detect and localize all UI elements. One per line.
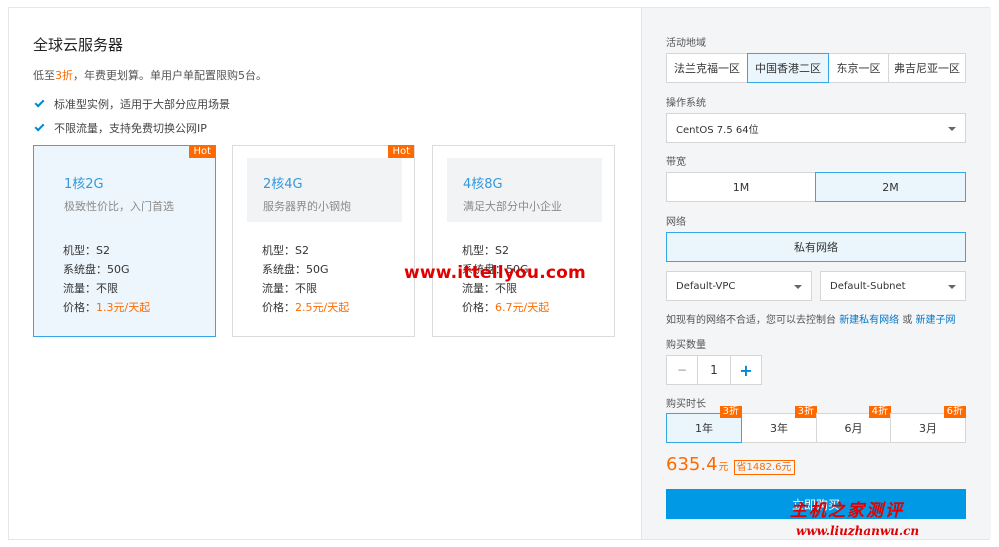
plan-card-header: 4核8G 满足大部分中小企业 [447,158,602,222]
network-option-selected[interactable]: 私有网络 [666,232,966,262]
quantity-label: 购买数量 [666,340,706,351]
network-hint: 如现有的网络不合适，您可以去控制台 新建私有网络 或 新建子网 [666,311,956,326]
create-vpc-link[interactable]: 新建私有网络 [839,315,899,326]
plan-card-4c8g[interactable]: 4核8G 满足大部分中小企业 机型：S2 系统盘：50G 流量：不限 价格：6.… [432,145,615,337]
plan-model: 机型：S2 [462,244,509,257]
vpc-select[interactable]: Default-VPC [666,271,812,301]
price-value: 6.7元/天起 [495,301,550,314]
price-value: 2.5元/天起 [295,301,350,314]
plan-card-header: 2核4G 服务器界的小钢炮 [247,158,402,222]
chevron-down-icon [794,285,802,289]
server-purchase-panel: 全球云服务器 低至3折，年费更划算。单用户单配置限购5台。 标准型实例，适用于大… [8,7,991,540]
duration-option[interactable]: 6月 4折 [816,406,891,443]
bandwidth-selector: 1M 2M [666,172,966,202]
price-unit: 元 [718,462,729,473]
promo-discount: 3折 [55,69,73,82]
subnet-select[interactable]: Default-Subnet [820,271,966,301]
discount-badge: 3折 [794,406,817,418]
duration-text: 3月 [919,422,937,435]
feature-label: 不限流量，支持免费切换公网IP [54,122,207,135]
plan-price: 价格：1.3元/天起 [63,299,150,315]
chevron-down-icon [948,285,956,289]
hint-text: 如现有的网络不合适，您可以去控制台 [666,315,840,326]
plan-model: 机型：S2 [262,244,309,257]
plan-card-1c2g[interactable]: Hot 1核2G 极致性价比，入门首选 机型：S2 系统盘：50G 流量：不限 … [33,145,216,337]
saving-badge: 省1482.6元 [733,460,795,475]
os-select-value: CentOS 7.5 64位 [676,124,759,136]
hot-badge: Hot [388,145,414,158]
region-option[interactable]: 东京一区 [828,53,889,83]
chevron-down-icon [948,127,956,131]
check-icon [34,97,45,108]
network-label: 网络 [666,217,686,228]
plan-name: 4核8G [463,177,503,192]
duration-text: 1年 [695,422,713,435]
plan-name: 1核2G [64,177,104,192]
duration-label: 购买时长 [666,399,706,410]
product-section: 全球云服务器 低至3折，年费更划算。单用户单配置限购5台。 标准型实例，适用于大… [9,8,641,539]
quantity-input[interactable]: 1 [697,355,731,385]
os-label: 操作系统 [666,98,706,109]
plan-desc: 服务器界的小钢炮 [263,200,351,213]
plan-model: 机型：S2 [63,244,110,257]
watermark-url: www.liuzhanwu.cn [796,524,920,538]
plan-traffic: 流量：不限 [63,282,118,295]
promo-suffix: ，年费更划算。单用户单配置限购5台。 [73,69,267,82]
duration-option[interactable]: 3月 6折 [890,406,966,443]
bandwidth-option-selected[interactable]: 2M [815,172,966,202]
increment-button[interactable]: + [730,355,762,385]
price-label: 价格： [63,301,96,314]
plan-price: 价格：6.7元/天起 [462,299,549,315]
plan-price: 价格：2.5元/天起 [262,299,349,315]
price-label: 价格： [462,301,495,314]
bandwidth-option[interactable]: 1M [666,172,816,202]
config-panel: 活动地域 法兰克福一区 中国香港二区 东京一区 弗吉尼亚一区 操作系统 Cent… [641,8,991,539]
plan-name: 2核4G [263,177,303,192]
plan-disk: 系统盘：50G [262,263,329,276]
duration-option-selected[interactable]: 1年 3折 [666,406,742,443]
check-icon [34,121,45,132]
price-value: 1.3元/天起 [96,301,151,314]
plan-traffic: 流量：不限 [262,282,317,295]
promo-text: 低至3折，年费更划算。单用户单配置限购5台。 [33,67,267,83]
hint-or: 或 [899,315,916,326]
watermark-url: www.ittellyou.com [404,263,586,283]
plan-desc: 极致性价比，入门首选 [64,200,174,213]
subnet-select-value: Default-Subnet [830,280,906,292]
feature-item: 不限流量，支持免费切换公网IP [34,120,207,136]
region-label: 活动地域 [666,38,706,49]
region-option-selected[interactable]: 中国香港二区 [747,53,829,83]
duration-selector: 1年 3折 3年 3折 6月 4折 3月 6折 [666,406,966,443]
total-price: 635.4 元 省1482.6元 [666,454,795,475]
price-label: 价格： [262,301,295,314]
decrement-button[interactable]: − [666,355,698,385]
region-option[interactable]: 弗吉尼亚一区 [888,53,966,83]
duration-text: 3年 [770,422,788,435]
region-selector: 法兰克福一区 中国香港二区 东京一区 弗吉尼亚一区 [666,53,966,83]
plan-desc: 满足大部分中小企业 [463,200,562,213]
discount-badge: 6折 [943,406,966,418]
os-select[interactable]: CentOS 7.5 64位 [666,113,966,143]
bandwidth-label: 带宽 [666,157,686,168]
feature-item: 标准型实例，适用于大部分应用场景 [34,96,230,112]
plan-card-header: 1核2G 极致性价比，入门首选 [48,158,203,222]
duration-option[interactable]: 3年 3折 [741,406,817,443]
discount-badge: 4折 [868,406,891,418]
page-title: 全球云服务器 [33,36,124,54]
watermark-brand: 主机之家测评 [790,501,904,521]
hot-badge: Hot [189,145,215,158]
duration-text: 6月 [844,422,863,435]
quantity-stepper: − 1 + [666,355,762,385]
plan-card-2c4g[interactable]: Hot 2核4G 服务器界的小钢炮 机型：S2 系统盘：50G 流量：不限 价格… [232,145,415,337]
price-amount: 635.4 [666,454,718,475]
plan-disk: 系统盘：50G [63,263,130,276]
region-option[interactable]: 法兰克福一区 [666,53,748,83]
feature-label: 标准型实例，适用于大部分应用场景 [54,98,230,111]
create-subnet-link[interactable]: 新建子网 [916,315,956,326]
vpc-select-value: Default-VPC [676,280,736,292]
discount-badge: 3折 [719,406,742,418]
promo-prefix: 低至 [33,69,55,82]
